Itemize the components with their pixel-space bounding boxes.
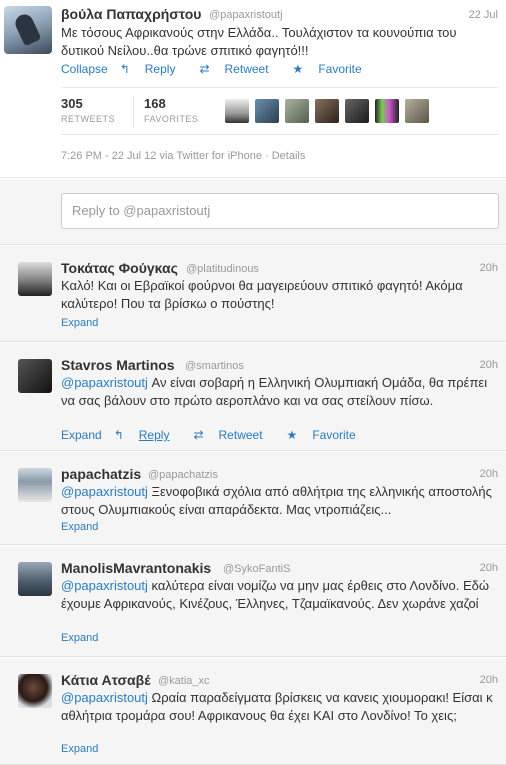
reply-time[interactable]: 20h [480, 262, 498, 274]
expand-link[interactable]: Expand [61, 521, 98, 533]
avatar[interactable] [285, 99, 309, 123]
tweet-text: Με τόσους Αφρικανούς στην Ελλάδα.. Τουλά… [61, 25, 457, 58]
reply-author-handle[interactable]: @papachatzis [148, 469, 218, 481]
retweet-icon: ⇄ [199, 62, 210, 76]
favorite-button[interactable]: ★ Favorite [287, 428, 368, 442]
expand-link[interactable]: Expand [61, 428, 102, 442]
retweets-stat[interactable]: 305 RETWEETS [61, 96, 115, 124]
mention-link[interactable]: @papaxristoutj [61, 690, 148, 705]
mention-link[interactable]: @papaxristoutj [61, 578, 148, 593]
stat-divider [133, 96, 134, 128]
tweet-author-name[interactable]: βούλα Παπαχρήστου [61, 6, 201, 22]
favorites-label: FAVORITES [144, 114, 199, 124]
tweet-meta[interactable]: 7:26 PM - 22 Jul 12 via Twitter for iPho… [61, 150, 305, 162]
reply-text: @papaxristoutj Αν είναι σοβαρή η Ελληνικ… [61, 375, 488, 408]
reply-button[interactable]: ↰ Reply [114, 428, 182, 442]
reply-author-name[interactable]: Stavros Martinos [61, 357, 175, 373]
avatar[interactable] [225, 99, 249, 123]
star-icon: ★ [286, 428, 298, 442]
retweets-count: 305 [61, 96, 83, 111]
retweet-button[interactable]: ⇄ Retweet [193, 428, 274, 442]
avatar[interactable] [255, 99, 279, 123]
reply-author-name[interactable]: Τοκάτας Φούγκας [61, 260, 178, 276]
avatar[interactable] [315, 99, 339, 123]
reply-text: Καλό! Και οι Εβραϊκοί φούρνοι θα μαγειρε… [61, 278, 463, 311]
retweet-button[interactable]: ⇄ Retweet [199, 62, 280, 76]
reply-text: @papaxristoutj Ξενοφοβικά σχόλια από αθλ… [61, 484, 492, 517]
reply-author-handle[interactable]: @platitudinous [186, 263, 259, 275]
reply-tweet[interactable]: Τοκάτας Φούγκας @platitudinous 20h Καλό!… [0, 246, 506, 342]
reply-time[interactable]: 20h [480, 359, 498, 371]
avatar[interactable] [18, 468, 52, 502]
reply-author-name[interactable]: ManolisMavrantonakis [61, 560, 211, 576]
reply-time[interactable]: 20h [480, 562, 498, 574]
star-icon: ★ [292, 62, 304, 76]
reply-text: @papaxristoutj καλύτερα είναι νομίζω να … [61, 578, 490, 611]
avatar[interactable] [4, 6, 52, 54]
expand-link[interactable]: Expand [61, 632, 98, 644]
favoriters-avatars [225, 99, 429, 123]
reply-actions: Expand ↰ Reply ⇄ Retweet ★ Favorite [61, 428, 380, 442]
reply-time[interactable]: 20h [480, 674, 498, 686]
favorites-count: 168 [144, 96, 166, 111]
favorites-stat[interactable]: 168 FAVORITES [144, 96, 198, 124]
avatar[interactable] [375, 99, 399, 123]
favorite-button[interactable]: ★ Favorite [293, 62, 374, 76]
reply-author-handle[interactable]: @smartinos [185, 360, 244, 372]
collapse-button[interactable]: Collapse [61, 62, 108, 76]
main-tweet: βούλα Παπαχρήστου @papaxristoutj 22 Jul … [0, 0, 506, 178]
reply-author-name[interactable]: Κάτια Ατσαβέ [61, 672, 151, 688]
reply-text: @papaxristoutj Ωραία παραδείγματα βρίσκε… [61, 690, 493, 723]
avatar[interactable] [18, 359, 52, 393]
reply-tweet[interactable]: papachatzis @papachatzis 20h @papaxristo… [0, 452, 506, 545]
avatar[interactable] [18, 562, 52, 596]
reply-input[interactable]: Reply to @papaxristoutj [61, 193, 499, 229]
reply-tweet[interactable]: ManolisMavrantonakis @SykoFantiS 20h @pa… [0, 546, 506, 657]
reply-icon: ↰ [113, 428, 124, 442]
tweet-actions: Collapse ↰ Reply ⇄ Retweet ★ Favorite [61, 62, 386, 76]
reply-author-handle[interactable]: @SykoFantiS [223, 563, 290, 575]
avatar[interactable] [18, 674, 52, 708]
reply-icon: ↰ [119, 62, 130, 76]
reply-author-name[interactable]: papachatzis [61, 466, 141, 482]
retweet-icon: ⇄ [193, 428, 204, 442]
mention-link[interactable]: @papaxristoutj [61, 375, 148, 390]
expand-link[interactable]: Expand [61, 743, 98, 755]
reply-tweet[interactable]: Κάτια Ατσαβέ @katia_xc 20h @papaxristout… [0, 658, 506, 765]
mention-link[interactable]: @papaxristoutj [61, 484, 148, 499]
retweets-label: RETWEETS [61, 114, 116, 124]
tweet-time[interactable]: 22 Jul [469, 9, 498, 21]
reply-button[interactable]: ↰ Reply [120, 62, 188, 76]
avatar[interactable] [345, 99, 369, 123]
reply-author-handle[interactable]: @katia_xc [158, 675, 210, 687]
tweet-author-handle[interactable]: @papaxristoutj [209, 9, 283, 21]
reply-time[interactable]: 20h [480, 468, 498, 480]
avatar[interactable] [405, 99, 429, 123]
avatar[interactable] [18, 262, 52, 296]
reply-area: Reply to @papaxristoutj [0, 179, 506, 245]
tweet-stats: 305 RETWEETS 168 FAVORITES [61, 87, 499, 135]
reply-tweet[interactable]: Stavros Martinos @smartinos 20h @papaxri… [0, 343, 506, 451]
expand-link[interactable]: Expand [61, 317, 98, 329]
